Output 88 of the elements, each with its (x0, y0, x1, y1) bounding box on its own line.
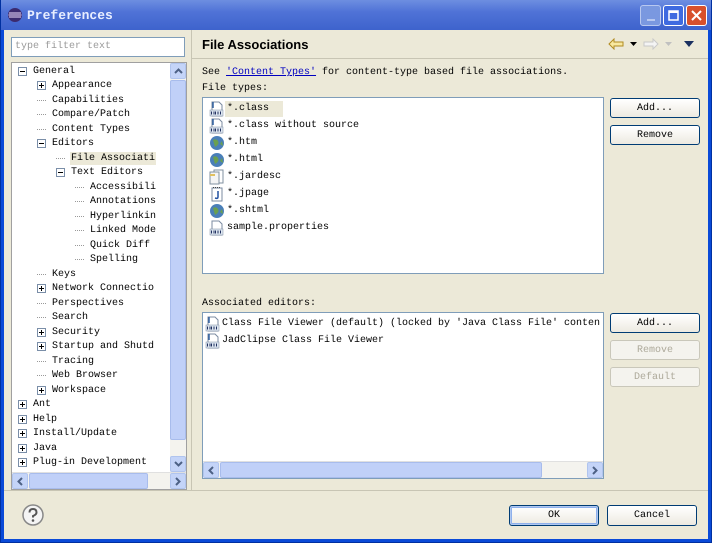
file-type-item[interactable]: *.htm (225, 134, 260, 150)
expander-icon[interactable] (18, 444, 27, 453)
tree-item[interactable]: Workspace (51, 384, 108, 397)
content-types-link[interactable]: 'Content Types' (226, 67, 316, 78)
tree-item[interactable]: Annotations (89, 195, 158, 208)
expander-icon[interactable] (56, 168, 65, 178)
tree-item[interactable]: Compare/Patch (51, 108, 132, 122)
tree-item[interactable]: Spelling (89, 253, 140, 266)
binary-file-icon (209, 118, 225, 134)
vertical-scrollbar[interactable] (170, 62, 186, 472)
tree-item[interactable]: Security (51, 326, 102, 339)
expander-icon[interactable] (37, 386, 46, 395)
close-icon (691, 10, 702, 20)
tree-item[interactable]: Perspectives (51, 296, 126, 310)
tree-item[interactable]: Linked Mode (89, 224, 158, 238)
globe-icon (209, 202, 225, 218)
cancel-button[interactable]: Cancel (607, 504, 697, 526)
tree-item[interactable]: Java (32, 442, 58, 455)
dropdown-icon (665, 42, 672, 46)
tree-item[interactable]: General (32, 64, 76, 78)
window-title: Preferences (27, 8, 113, 22)
expander-icon[interactable] (37, 342, 46, 352)
editor-item[interactable]: JadClipse Class File Viewer (221, 332, 384, 348)
tree-item[interactable]: Quick Diff (89, 238, 152, 252)
tree-item[interactable]: Ant (32, 398, 52, 412)
view-menu-icon[interactable] (684, 41, 694, 47)
tree-item[interactable]: File Associati (70, 152, 156, 165)
app-icon (7, 7, 23, 23)
tree-item[interactable]: Editors (51, 137, 96, 150)
minimize-icon (646, 18, 654, 20)
expander-icon[interactable] (18, 458, 27, 468)
document-stack-icon (209, 168, 225, 184)
expander-icon[interactable] (18, 429, 27, 438)
file-type-item[interactable]: *.class without source (225, 118, 362, 134)
maximize-icon (668, 10, 679, 20)
remove-button[interactable]: Remove (610, 125, 700, 145)
tree-item[interactable]: Text Editors (70, 166, 144, 180)
expander-icon[interactable] (37, 328, 46, 337)
tree-item[interactable]: Plug-in Development (32, 456, 148, 470)
tree-item[interactable]: Web Browser (51, 369, 120, 382)
file-type-item[interactable]: *.shtml (225, 202, 272, 218)
globe-icon (209, 134, 225, 150)
globe-icon (209, 152, 225, 168)
page-title: File Associations (202, 36, 308, 52)
file-type-item[interactable]: *.jpage (225, 186, 272, 202)
back-arrow-icon[interactable] (608, 38, 624, 50)
expander-icon[interactable] (18, 414, 27, 424)
forward-arrow-icon (643, 38, 659, 50)
tree-item[interactable]: Search (51, 311, 90, 324)
binary-file-icon (205, 316, 221, 332)
tree-item[interactable]: Help (32, 412, 58, 426)
horizontal-scrollbar[interactable] (203, 461, 603, 478)
close-button[interactable] (686, 4, 707, 26)
expander-icon[interactable] (37, 284, 46, 294)
binary-file-icon (205, 332, 221, 348)
associated-editors-label: Associated editors: (202, 298, 318, 311)
expander-icon[interactable] (18, 400, 27, 410)
file-type-item[interactable]: *.html (225, 152, 266, 168)
maximize-button[interactable] (663, 4, 684, 26)
ok-button[interactable]: OK (509, 504, 599, 526)
tree-item[interactable]: Keys (51, 268, 78, 281)
properties-file-icon (209, 220, 225, 236)
binary-file-icon (209, 100, 225, 116)
tree-item[interactable]: Startup and Shutd (51, 340, 156, 354)
tree-item[interactable]: Tracing (51, 354, 96, 368)
help-icon[interactable] (22, 504, 44, 526)
file-types-label: File types: (202, 83, 270, 96)
tree-item[interactable]: Accessibili (89, 180, 158, 194)
expander-icon[interactable] (37, 81, 46, 90)
file-type-item[interactable]: sample.properties (225, 220, 332, 236)
file-type-item[interactable]: *.jardesc (225, 168, 284, 184)
add-button[interactable]: Add... (610, 98, 700, 118)
tree-item[interactable]: Capabilities (51, 94, 126, 107)
tree-item[interactable]: Network Connectio (51, 282, 156, 296)
tree-item[interactable]: Install/Update (32, 427, 118, 440)
tree-item[interactable]: Hyperlinkin (89, 210, 158, 223)
dropdown-icon[interactable] (630, 42, 637, 46)
expander-icon[interactable] (18, 66, 27, 76)
editor-item[interactable]: Class File Viewer (default) (locked by 'Java Class File' conten (221, 316, 600, 332)
filter-field[interactable]: type filter text (11, 37, 185, 57)
file-type-item[interactable]: *.class (225, 100, 284, 116)
tree-item[interactable]: Appearance (51, 79, 114, 92)
add-button[interactable]: Add... (610, 313, 700, 333)
intro-text: See 'Content Types' for content-type based file associations. (202, 67, 570, 80)
expander-icon[interactable] (37, 139, 46, 148)
java-page-icon (209, 186, 225, 202)
tree-item[interactable]: Content Types (51, 122, 132, 136)
horizontal-scrollbar[interactable] (12, 472, 186, 489)
